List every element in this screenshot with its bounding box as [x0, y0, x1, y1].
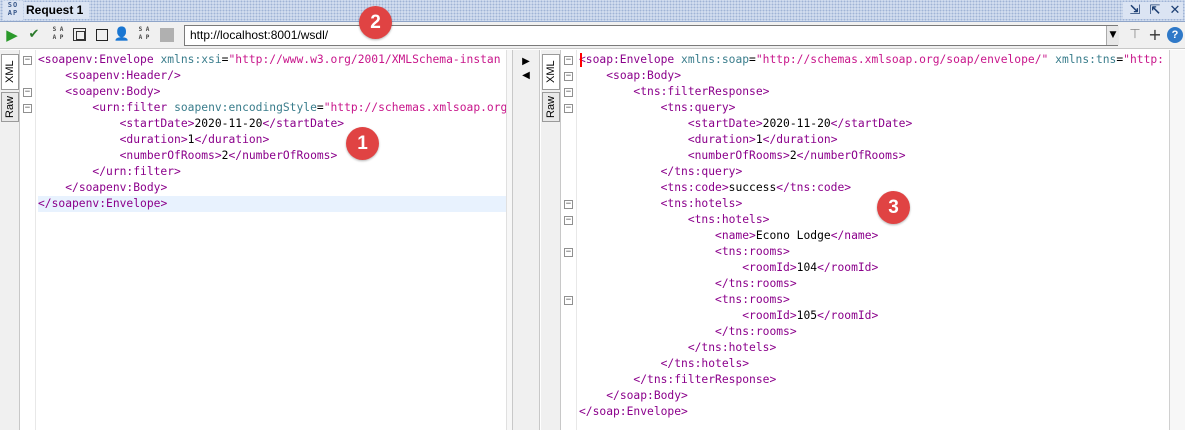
response-code-line[interactable]: <tns:filterResponse>: [579, 84, 1169, 100]
request-code-line[interactable]: <duration>1</duration>: [38, 132, 506, 148]
user-icon[interactable]: 👤: [113, 26, 131, 44]
annotation-badge-3: 3: [877, 191, 910, 224]
fold-icon[interactable]: −: [564, 56, 573, 65]
response-code-line[interactable]: </tns:hotels>: [579, 340, 1169, 356]
validate-icon[interactable]: ✔: [25, 26, 43, 44]
request-code-line[interactable]: <urn:filter soapenv:encodingStyle="http:…: [38, 100, 506, 116]
fold-icon[interactable]: −: [23, 104, 32, 113]
request-code-line[interactable]: <soapenv:Header/>: [38, 68, 506, 84]
right-gutter: − − − − − − − −: [561, 50, 577, 430]
response-code-line[interactable]: </soap:Envelope>: [579, 404, 1169, 420]
request-code-line[interactable]: </soapenv:Envelope>: [38, 196, 506, 212]
right-scrollbar[interactable]: [1169, 50, 1185, 430]
request-code-line[interactable]: </soapenv:Body>: [38, 180, 506, 196]
panel-splitter[interactable]: ▶ ◀: [512, 50, 540, 430]
add-icon[interactable]: +: [1146, 26, 1164, 44]
request-code-line[interactable]: </urn:filter>: [38, 164, 506, 180]
chevron-down-icon[interactable]: ▼: [1106, 26, 1119, 45]
frame-icon[interactable]: [70, 26, 88, 44]
fold-icon[interactable]: −: [564, 72, 573, 81]
response-code-line[interactable]: <roomId>104</roomId>: [579, 260, 1169, 276]
tab-raw-right[interactable]: Raw: [542, 92, 560, 122]
fold-icon[interactable]: −: [23, 88, 32, 97]
tab-raw-left[interactable]: Raw: [1, 92, 19, 122]
square-icon[interactable]: [93, 26, 111, 44]
fold-icon[interactable]: −: [564, 248, 573, 257]
collapse-right-icon[interactable]: ◀: [518, 70, 534, 82]
request-code-line[interactable]: <numberOfRooms>2</numberOfRooms>: [38, 148, 506, 164]
help-icon[interactable]: ?: [1166, 26, 1184, 44]
response-code-line[interactable]: </tns:rooms>: [579, 324, 1169, 340]
response-editor[interactable]: − − − − − − − − <soap:Envelope xmlns:soa…: [561, 50, 1169, 430]
request-editor[interactable]: − − − <soapenv:Envelope xmlns:xsi="http:…: [20, 50, 506, 430]
response-code-line[interactable]: <tns:rooms>: [579, 292, 1169, 308]
filter-icon[interactable]: ⊤: [1126, 26, 1144, 44]
request-code-line[interactable]: <startDate>2020-11-20</startDate>: [38, 116, 506, 132]
soap-tool-icon[interactable]: S AA P: [135, 26, 153, 44]
endpoint-url-input[interactable]: http://localhost:8001/wsdl/: [184, 25, 1118, 46]
response-code-line[interactable]: <tns:rooms>: [579, 244, 1169, 260]
response-code-line[interactable]: <soap:Body>: [579, 68, 1169, 84]
response-code-line[interactable]: <roomId>105</roomId>: [579, 308, 1169, 324]
fold-icon[interactable]: −: [564, 88, 573, 97]
soap-logo-icon: SO AP: [3, 1, 23, 20]
collapse-left-icon[interactable]: ▶: [518, 56, 534, 68]
response-code-line[interactable]: <soap:Envelope xmlns:soap="http://schema…: [579, 52, 1169, 68]
response-code-line[interactable]: <tns:hotels>: [579, 196, 1169, 212]
tab-xml-left[interactable]: XML: [1, 54, 19, 90]
play-icon[interactable]: ▶: [3, 26, 21, 44]
response-code-line[interactable]: </tns:filterResponse>: [579, 372, 1169, 388]
response-code-line[interactable]: <tns:hotels>: [579, 212, 1169, 228]
toolbar: ▶ ✔ S AA P 👤 S AA P http://localhost:800…: [0, 22, 1185, 49]
request-code-line[interactable]: <soapenv:Envelope xmlns:xsi="http://www.…: [38, 52, 506, 68]
window-controls: ⇲ ⇱ ✕: [1123, 2, 1183, 19]
response-code-line[interactable]: <tns:query>: [579, 100, 1169, 116]
text-caret: [580, 53, 582, 67]
maximize-icon[interactable]: ⇱: [1147, 2, 1163, 19]
response-xml[interactable]: <soap:Envelope xmlns:soap="http://schema…: [579, 52, 1169, 420]
response-code-line[interactable]: </tns:rooms>: [579, 276, 1169, 292]
soap-settings-icon[interactable]: S AA P: [49, 26, 67, 44]
window-title: Request 1: [24, 2, 90, 19]
response-code-line[interactable]: </tns:hotels>: [579, 356, 1169, 372]
response-code-line[interactable]: <numberOfRooms>2</numberOfRooms>: [579, 148, 1169, 164]
response-code-line[interactable]: </soap:Body>: [579, 388, 1169, 404]
left-side-tabs: XML Raw: [0, 50, 20, 430]
response-code-line[interactable]: <startDate>2020-11-20</startDate>: [579, 116, 1169, 132]
response-code-line[interactable]: <tns:code>success</tns:code>: [579, 180, 1169, 196]
fold-icon[interactable]: −: [564, 296, 573, 305]
annotation-badge-1: 1: [346, 127, 379, 160]
title-bar: SO AP Request 1 ⇲ ⇱ ✕: [0, 0, 1185, 22]
close-icon[interactable]: ✕: [1167, 2, 1183, 19]
fold-icon[interactable]: −: [23, 56, 32, 65]
response-code-line[interactable]: </tns:query>: [579, 164, 1169, 180]
minimize-icon[interactable]: ⇲: [1127, 2, 1143, 19]
fold-icon[interactable]: −: [564, 216, 573, 225]
response-code-line[interactable]: <name>Econo Lodge</name>: [579, 228, 1169, 244]
tab-xml-right[interactable]: XML: [542, 54, 560, 90]
stop-icon[interactable]: [158, 26, 176, 44]
right-side-tabs: XML Raw: [541, 50, 561, 430]
request-xml[interactable]: <soapenv:Envelope xmlns:xsi="http://www.…: [38, 52, 506, 212]
fold-icon[interactable]: −: [564, 200, 573, 209]
fold-icon[interactable]: −: [564, 104, 573, 113]
request-code-line[interactable]: <soapenv:Body>: [38, 84, 506, 100]
response-code-line[interactable]: <duration>1</duration>: [579, 132, 1169, 148]
left-gutter: − − −: [20, 50, 36, 430]
annotation-badge-2: 2: [359, 6, 392, 39]
